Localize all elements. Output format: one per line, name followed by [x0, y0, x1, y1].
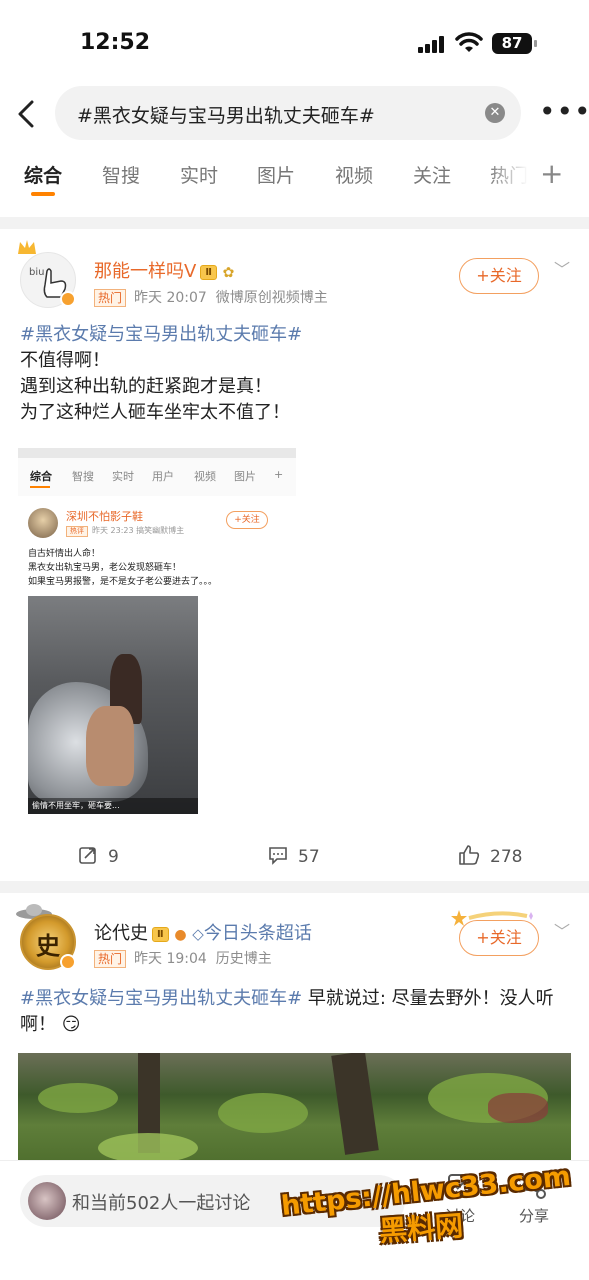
author-name[interactable]: 论代史 Ⅱ ● ◇今日头条超话: [94, 919, 312, 945]
post-time: 昨天 19:04: [134, 951, 207, 967]
comment-button[interactable]: 57: [268, 845, 320, 867]
divider: [0, 217, 589, 229]
thumbs-up-icon: [459, 845, 480, 865]
tab-images[interactable]: 图片: [257, 161, 295, 188]
like-button[interactable]: 278: [458, 845, 522, 867]
search-input[interactable]: #黑衣女疑与宝马男出轨丈夫砸车# ✕: [55, 86, 521, 140]
discussion-placeholder: 和当前502人一起讨论: [72, 1193, 251, 1214]
author-description: 微博原创视频博主: [215, 290, 328, 306]
tab-following[interactable]: 关注: [413, 161, 451, 188]
add-tab-icon[interactable]: +: [540, 157, 563, 190]
topic-link[interactable]: #黑衣女疑与宝马男出轨丈夫砸车#: [20, 324, 302, 345]
level-badge: Ⅱ: [200, 264, 217, 280]
chevron-down-icon[interactable]: ﹀: [554, 918, 570, 942]
level-badge: Ⅱ: [152, 926, 169, 942]
post-meta: 热门 昨天 19:04 历史博主: [94, 948, 272, 968]
tab-realtime[interactable]: 实时: [180, 161, 218, 188]
post-meta: 热门 昨天 20:07 微博原创视频博主: [94, 287, 328, 307]
embedded-avatar: [28, 508, 58, 538]
repost-button[interactable]: 9: [78, 845, 119, 867]
post-time: 昨天 20:07: [134, 290, 207, 306]
author-description: 历史博主: [215, 951, 272, 967]
diamond-icon: ◇: [192, 925, 204, 943]
post-text: #黑衣女疑与宝马男出轨丈夫砸车# 早就说过: 尽量去野外！没人听 啊！ 😏: [20, 988, 554, 1035]
embedded-caption: 偷情不用坐牢，砸车要...: [28, 798, 198, 814]
search-query: #黑衣女疑与宝马男出轨丈夫砸车#: [77, 105, 375, 127]
embedded-photo: [28, 596, 198, 814]
battery-icon: 87: [492, 33, 537, 54]
tab-smart-search[interactable]: 智搜: [102, 161, 140, 188]
more-options-icon[interactable]: •••: [539, 98, 589, 126]
watermark: https://hlwc33.com 黑料网: [276, 1161, 576, 1248]
emoji-badge-icon: ●: [174, 927, 187, 943]
embedded-meta: 热评 昨天 23:23 搞笑幽默博主: [66, 525, 184, 537]
smirk-emoji-icon: 😏: [61, 1014, 81, 1035]
embedded-author: 深圳不怕影子鞋: [66, 510, 143, 523]
hot-tag: 热门: [94, 950, 127, 968]
cellular-signal-icon: [418, 35, 448, 53]
clear-search-icon[interactable]: ✕: [485, 103, 505, 123]
follow-button[interactable]: +关注: [459, 258, 539, 294]
chevron-down-icon[interactable]: ﹀: [554, 256, 570, 280]
follow-button[interactable]: +关注: [459, 920, 539, 956]
hot-tag: 热门: [94, 289, 127, 307]
embedded-follow: +关注: [226, 511, 268, 529]
embedded-post: 深圳不怕影子鞋 热评 昨天 23:23 搞笑幽默博主 +关注 自古奸情出人命！ 黑…: [18, 496, 296, 818]
active-tab-indicator: [31, 192, 55, 196]
crown-icon: [18, 240, 36, 254]
back-icon[interactable]: [12, 96, 40, 132]
emoji-badge-icon: ✿: [222, 265, 235, 281]
user-avatar: [28, 1182, 66, 1220]
tab-video[interactable]: 视频: [335, 161, 373, 188]
search-tabs: 综合 智搜 实时 图片 视频 关注 热门 +: [0, 155, 589, 201]
author-name[interactable]: 那能一样吗Ⅴ Ⅱ ✿: [94, 257, 234, 283]
search-header: #黑衣女疑与宝马男出轨丈夫砸车# ✕ •••: [0, 86, 589, 142]
status-time: 12:52: [80, 30, 151, 55]
post-image[interactable]: 综合 智搜 实时 用户 视频 图片 + 深圳不怕影子鞋 热评 昨天 23:23 搞…: [18, 448, 296, 818]
topic-link[interactable]: #黑衣女疑与宝马男出轨丈夫砸车#: [20, 988, 302, 1009]
post-text: #黑衣女疑与宝马男出轨丈夫砸车# 不值得啊！ 遇到这种出轨的赶紧跑才是真！ 为了…: [20, 324, 303, 423]
super-topic-link[interactable]: 今日头条超话: [204, 923, 312, 944]
comment-icon: [269, 847, 287, 865]
divider: [0, 881, 589, 893]
wifi-icon: [455, 32, 483, 52]
status-bar: 12:52 87: [0, 0, 589, 86]
verified-badge-icon: [60, 954, 76, 970]
tab-comprehensive[interactable]: 综合: [24, 161, 62, 188]
verified-badge-icon: [60, 291, 76, 307]
repost-icon: [79, 847, 96, 864]
post-image[interactable]: [18, 1053, 571, 1173]
